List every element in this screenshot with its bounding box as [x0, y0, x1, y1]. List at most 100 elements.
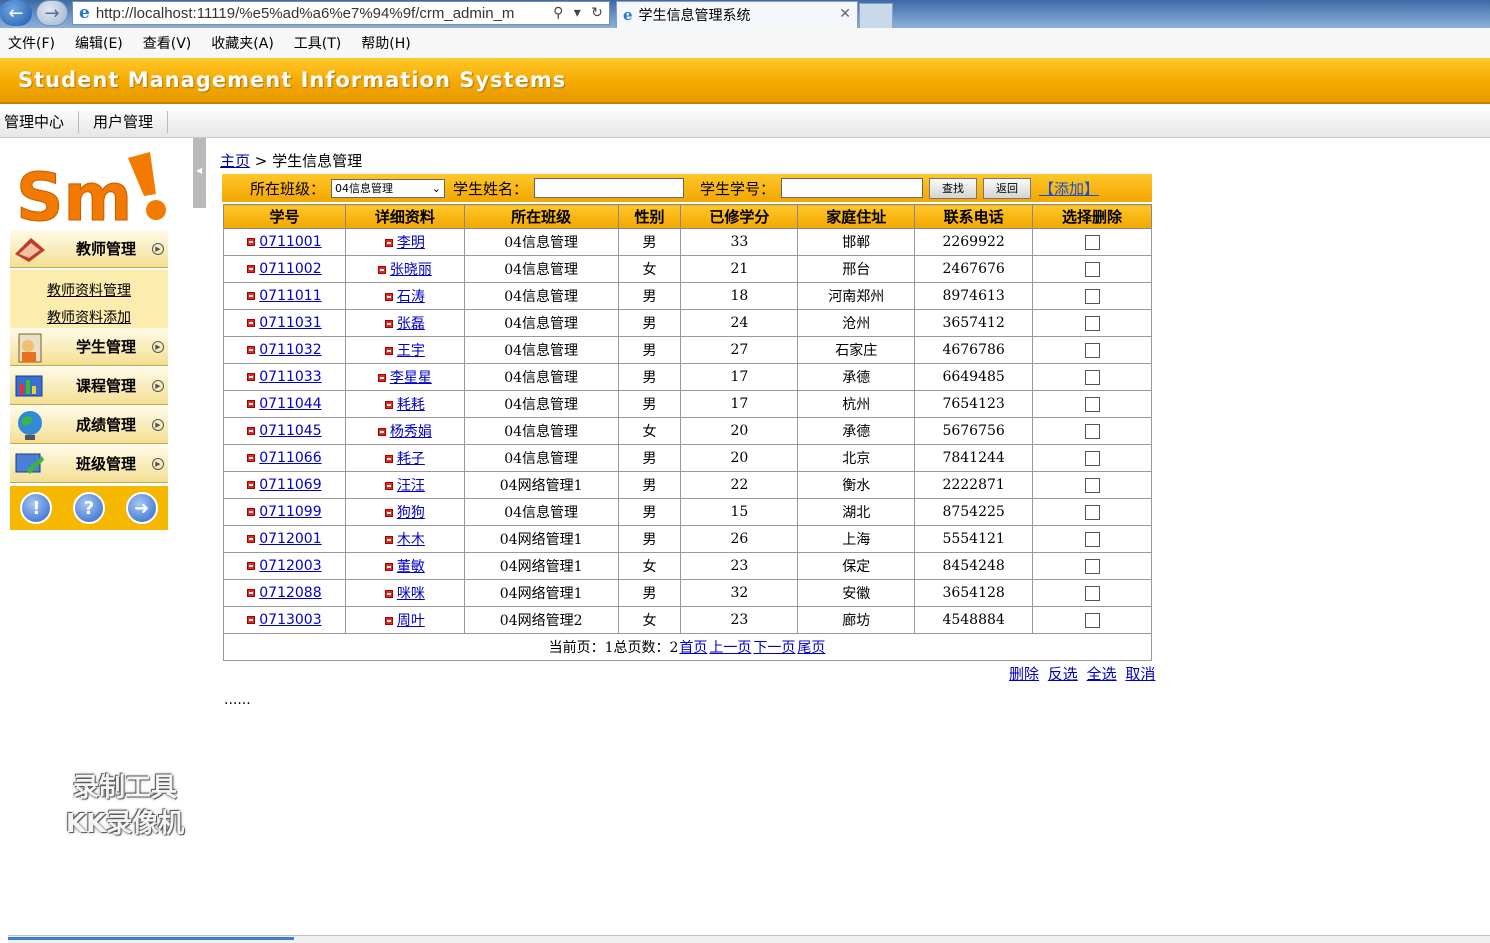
- delete-checkbox[interactable]: [1084, 612, 1100, 628]
- sidebar-collapse-handle[interactable]: ◀: [193, 138, 206, 208]
- menu-favorites[interactable]: 收藏夹(A): [211, 33, 274, 53]
- student-id-link[interactable]: 0711066: [259, 450, 321, 466]
- delete-checkbox[interactable]: [1084, 234, 1100, 250]
- cell-id: 0711032: [223, 336, 346, 364]
- cancel-link[interactable]: 取消: [1125, 665, 1155, 683]
- close-icon[interactable]: ✕: [839, 6, 851, 22]
- delete-link[interactable]: 删除: [1009, 665, 1039, 683]
- cell-select: [1032, 363, 1152, 391]
- app-title: Student Management Information Systems: [18, 68, 567, 92]
- nav-user-management[interactable]: 用户管理: [89, 110, 169, 133]
- student-detail-link[interactable]: 耗子: [397, 451, 425, 467]
- student-id-link[interactable]: 0711099: [259, 504, 321, 520]
- student-detail-link[interactable]: 狗狗: [397, 505, 425, 521]
- delete-checkbox[interactable]: [1084, 504, 1100, 520]
- student-detail-link[interactable]: 李明: [397, 235, 425, 251]
- student-id-link[interactable]: 0711033: [259, 369, 321, 385]
- id-input[interactable]: [781, 178, 924, 198]
- delete-checkbox[interactable]: [1084, 531, 1100, 547]
- student-id-link[interactable]: 0712088: [259, 585, 321, 601]
- delete-checkbox[interactable]: [1084, 396, 1100, 412]
- pager-prev[interactable]: 上一页: [709, 640, 751, 656]
- dropdown-icon[interactable]: ▾: [574, 5, 581, 21]
- delete-checkbox[interactable]: [1084, 369, 1100, 385]
- scrollbar-thumb[interactable]: [8, 937, 294, 940]
- search-button[interactable]: 查找: [929, 177, 978, 199]
- delete-checkbox[interactable]: [1084, 558, 1100, 574]
- menu-class[interactable]: 班级管理 ▶: [10, 445, 168, 483]
- student-detail-link[interactable]: 耗耗: [397, 397, 425, 413]
- student-id-link[interactable]: 0713003: [259, 612, 321, 628]
- student-detail-link[interactable]: 石涛: [397, 289, 425, 305]
- search-icon[interactable]: ⚲: [553, 5, 563, 21]
- student-detail-link[interactable]: 张晓丽: [390, 262, 432, 278]
- menu-file[interactable]: 文件(F): [8, 33, 55, 53]
- student-id-link[interactable]: 0711032: [259, 342, 321, 358]
- student-id-link[interactable]: 0711031: [259, 315, 321, 331]
- forward-button[interactable]: →: [36, 0, 68, 26]
- next-button[interactable]: ➜: [125, 492, 158, 524]
- student-detail-link[interactable]: 周叶: [397, 613, 425, 629]
- pager-last[interactable]: 尾页: [797, 640, 825, 656]
- student-detail-link[interactable]: 木木: [397, 532, 425, 548]
- delete-checkbox[interactable]: [1084, 261, 1100, 277]
- student-id-link[interactable]: 0711011: [259, 288, 321, 304]
- link-teacher-manage[interactable]: 教师资料管理: [10, 278, 168, 305]
- add-student-link[interactable]: 【添加】: [1039, 178, 1099, 199]
- refresh-icon[interactable]: ↻: [591, 5, 603, 21]
- chevron-right-icon: ▶: [152, 379, 164, 392]
- menu-help[interactable]: 帮助(H): [361, 33, 410, 53]
- menu-edit[interactable]: 编辑(E): [75, 33, 123, 53]
- cell-select: [1032, 552, 1152, 580]
- info-button[interactable]: !: [20, 492, 53, 524]
- name-input[interactable]: [534, 178, 685, 198]
- menu-course[interactable]: 课程管理 ▶: [10, 367, 168, 405]
- delete-checkbox[interactable]: [1084, 423, 1100, 439]
- student-detail-link[interactable]: 董敏: [397, 559, 425, 575]
- pager-first[interactable]: 首页: [679, 640, 707, 656]
- nav-admin-center[interactable]: 管理中心: [0, 110, 80, 133]
- select-all-link[interactable]: 全选: [1087, 665, 1117, 683]
- back-list-button[interactable]: 返回: [983, 177, 1032, 199]
- browser-tab[interactable]: e 学生信息管理系统 ✕: [616, 1, 858, 28]
- delete-checkbox[interactable]: [1084, 585, 1100, 601]
- menu-score[interactable]: 成绩管理 ▶: [10, 406, 168, 444]
- new-tab-button[interactable]: [859, 3, 893, 28]
- menu-student[interactable]: 学生管理 ▶: [10, 328, 168, 366]
- student-id-link[interactable]: 0712003: [259, 558, 321, 574]
- student-id-link[interactable]: 0711001: [259, 234, 321, 250]
- breadcrumb-home[interactable]: 主页: [220, 152, 250, 170]
- delete-checkbox[interactable]: [1084, 288, 1100, 304]
- pager-next[interactable]: 下一页: [753, 640, 795, 656]
- student-detail-link[interactable]: 李星星: [390, 370, 432, 386]
- back-button[interactable]: ←: [0, 0, 32, 26]
- col-address: 家庭住址: [797, 204, 916, 229]
- class-select[interactable]: 04信息管理 ⌄: [331, 178, 446, 198]
- horizontal-scrollbar[interactable]: [8, 935, 1490, 943]
- cell-address: 石家庄: [797, 336, 916, 364]
- cell-phone: 2269922: [914, 228, 1034, 256]
- delete-checkbox[interactable]: [1084, 342, 1100, 358]
- cell-class: 04信息管理: [463, 390, 619, 418]
- student-detail-link[interactable]: 咪咪: [397, 586, 425, 602]
- delete-checkbox[interactable]: [1084, 450, 1100, 466]
- student-id-link[interactable]: 0711069: [259, 477, 321, 493]
- delete-checkbox[interactable]: [1084, 315, 1100, 331]
- address-bar[interactable]: e http://localhost:11119/%e5%ad%a6%e7%94…: [72, 1, 610, 25]
- student-detail-link[interactable]: 杨秀娟: [390, 424, 432, 440]
- menu-view[interactable]: 查看(V): [143, 33, 192, 53]
- help-button[interactable]: ?: [72, 492, 105, 524]
- student-detail-link[interactable]: 汪汪: [397, 478, 425, 494]
- student-id-link[interactable]: 0711045: [259, 423, 321, 439]
- cell-id: 0712003: [223, 552, 346, 580]
- student-detail-link[interactable]: 张磊: [397, 316, 425, 332]
- student-id-link[interactable]: 0712001: [259, 531, 321, 547]
- student-id-link[interactable]: 0711002: [259, 261, 321, 277]
- delete-checkbox[interactable]: [1084, 477, 1100, 493]
- student-id-link[interactable]: 0711044: [259, 396, 321, 412]
- student-detail-link[interactable]: 王宇: [397, 343, 425, 359]
- menu-tools[interactable]: 工具(T): [294, 33, 341, 53]
- cell-detail: 咪咪: [344, 579, 465, 607]
- menu-teacher[interactable]: 教师管理 ▶: [10, 230, 168, 268]
- invert-select-link[interactable]: 反选: [1048, 665, 1078, 683]
